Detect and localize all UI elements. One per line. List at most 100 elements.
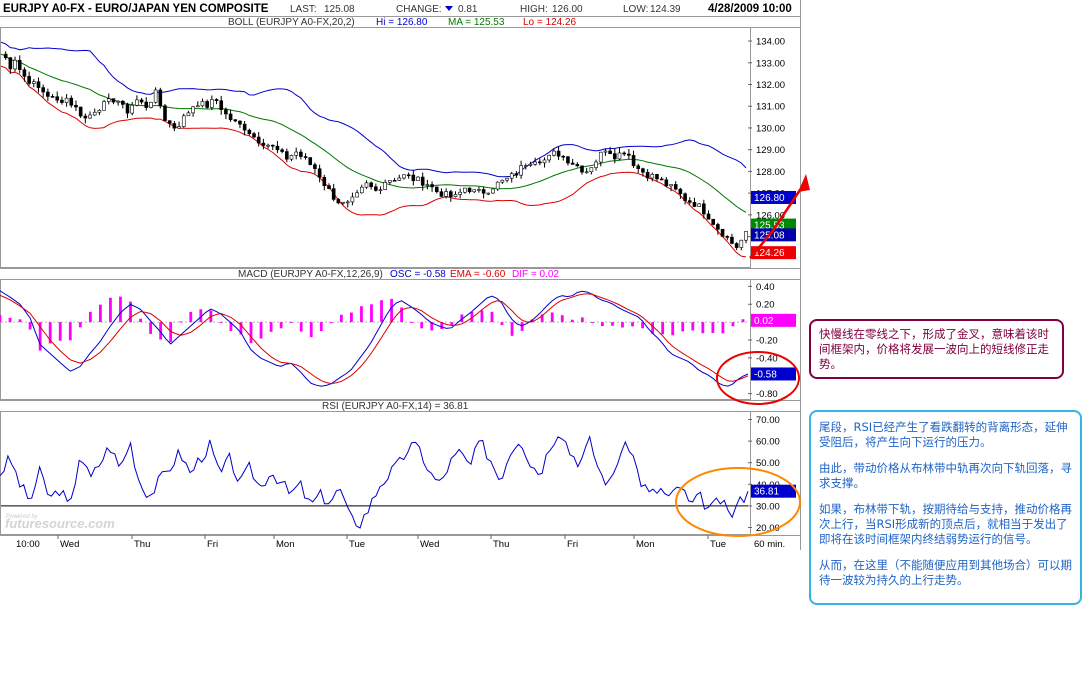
price-candle-body [135,99,139,106]
macd-tick-label: 0.20 [756,300,775,311]
price-tick-label: 132.00 [756,80,785,91]
last-value: 125.08 [324,4,355,15]
price-candle-body [17,59,22,70]
macd-histogram-bar [480,310,484,323]
price-candle-body [31,81,36,84]
macd-histogram-bar [219,322,223,324]
price-candle-body [359,186,364,194]
price-candle-body [205,101,209,108]
price-candle-body [78,106,83,117]
macd-histogram-bar [299,322,303,332]
price-candle-body [172,123,177,129]
price-candle-body [181,115,186,127]
macd-histogram-bar [711,322,715,333]
rsi-callout-p1: 尾段，RSI已经产生了看跌翻转的背离形态，延伸受阻后，将产生向下运行的压力。 [819,420,1068,449]
macd-histogram-bar [560,315,564,323]
price-candle-body [702,203,706,215]
boll-legend-ma: MA = 125.53 [448,17,505,28]
macd-histogram-bar [8,317,12,323]
macd-tick-label: 0.40 [756,282,775,293]
price-candle-body [280,149,284,152]
price-candle-body [247,129,252,134]
macd-legend-dif: DIF = 0.02 [512,269,559,280]
price-candle-body [158,89,163,107]
symbol-title: EURJPY A0-FX - EURO/JAPAN YEN COMPOSITE [3,3,269,15]
price-candle-body [219,100,224,110]
price-candle-body [542,159,547,164]
price-candle-body [106,98,111,102]
macd-histogram-bar [490,311,494,323]
price-candle-body [486,192,491,195]
price-candle-body [242,123,247,131]
price-candle-body [434,186,439,193]
price-candle-body [734,243,739,248]
price-candle-body [659,178,664,181]
macd-tick-label: -0.80 [756,389,778,400]
price-candle-body [687,200,692,203]
price-candle-body [256,136,261,144]
price-candle-body [617,152,622,160]
price-candle-body [589,167,594,173]
price-candle-body [60,99,64,103]
price-candle-body [299,151,303,157]
price-candle-body [463,187,467,193]
price-candle-body [289,154,294,160]
price-candle-body [725,236,730,238]
price-candle-body [664,179,669,187]
macd-histogram-bar [249,322,253,344]
price-candle-body [420,176,425,186]
price-candle-body [491,188,495,194]
price-candle-body [425,184,430,186]
price-candle-body [22,69,27,77]
macd-histogram-bar [289,321,293,323]
macd-histogram-bar [601,322,604,327]
price-candle-body [402,174,406,179]
price-candle-body [163,105,167,121]
macd-legend: MACD (EURJPY A0-FX,12,26,9) OSC = -0.58 … [238,269,559,280]
price-candle-body [3,53,8,58]
macd-series [0,290,749,387]
macd-histogram-bar [550,312,554,323]
boll-legend-hi: Hi = 126.80 [376,17,428,28]
macd-legend-name: MACD (EURJPY A0-FX,12,26,9) [238,269,383,280]
rsi-callout-p2: 由此，带动价格从布林带中轨再次向下轨回落，寻求支撑。 [819,461,1072,490]
price-candle-body [224,109,228,115]
price-candle-body [303,156,308,158]
price-candle-body [449,191,453,197]
price-candle-body [69,97,74,106]
price-candle-body [631,155,636,167]
price-candle-body [547,154,552,161]
price-candle-body [458,191,462,195]
macd-histogram-bar [661,322,665,335]
macd-histogram-bar [741,319,745,323]
x-tick-label: Tue [349,539,365,550]
price-candle-body [275,145,280,151]
x-tick-label: Wed [420,539,439,550]
price-candle-body [678,188,683,195]
price-candle-body [36,81,41,88]
macd-histogram-bar [721,322,725,334]
price-tick-label: 130.00 [756,123,785,134]
price-candle-body [327,185,331,189]
price-candle-body [374,186,378,191]
price-candle-body [523,165,528,167]
price-candle-body [444,191,448,197]
price-candle-body [102,101,106,111]
price-candle-body [313,164,317,170]
macd-histogram-bar [309,322,313,338]
macd-histogram-bar [189,311,193,323]
macd-histogram-bar [88,311,92,323]
macd-histogram-bar [410,321,414,323]
price-candle-body [561,155,566,158]
price-candle-body [130,104,134,114]
price-candle-body [580,165,584,173]
watermark-text: futuresource.com [5,516,115,531]
price-candle-body [552,150,556,156]
macd-histogram-bar [319,322,323,332]
x-tick-label: Wed [60,539,79,550]
x-tick-label: Fri [207,539,218,550]
boll-legend-lo: Lo = 124.26 [523,17,577,28]
price-candle-body [556,150,561,157]
x-tick-label: 10:00 [16,539,40,550]
price-candle-body [64,97,69,103]
